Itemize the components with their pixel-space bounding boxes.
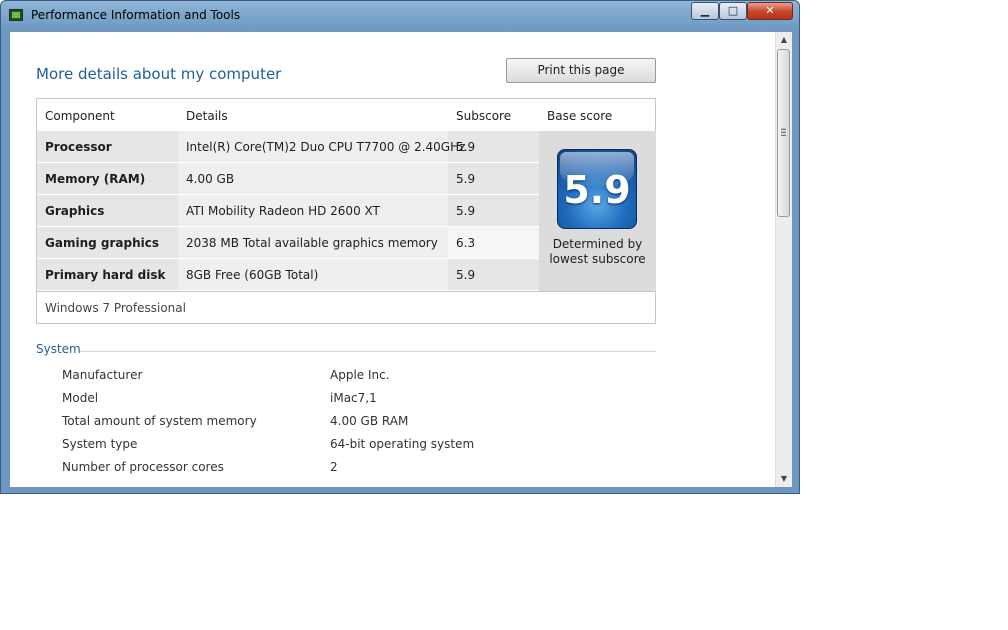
section-divider <box>80 351 656 352</box>
component-subscore: 5.9 <box>456 204 476 218</box>
base-score-badge: 5.9 <box>557 149 637 229</box>
info-label: Manufacturer <box>62 368 143 382</box>
table-row: Gaming graphics 2038 MB Total available … <box>37 227 539 258</box>
component-name: Gaming graphics <box>45 236 159 250</box>
info-value: 64-bit operating system <box>330 437 475 451</box>
component-subscore: 5.9 <box>456 140 476 154</box>
base-score-panel: 5.9 Determined by lowest subscore <box>539 131 656 291</box>
table-row: Primary hard disk 8GB Free (60GB Total) … <box>37 259 539 290</box>
component-details: ATI Mobility Radeon HD 2600 XT <box>186 204 380 218</box>
page-title: More details about my computer <box>36 65 282 83</box>
score-table: Component Details Subscore Base score Pr… <box>36 98 656 324</box>
print-page-button[interactable]: Print this page <box>506 58 656 83</box>
component-name: Primary hard disk <box>45 268 166 282</box>
component-subscore: 5.9 <box>456 172 476 186</box>
component-details: 2038 MB Total available graphics memory <box>186 236 438 250</box>
vertical-scrollbar[interactable]: ▲ ━ ━ ━ ▼ <box>775 32 792 487</box>
scroll-up-arrow-icon[interactable]: ▲ <box>776 32 792 48</box>
info-value: 4.00 GB RAM <box>330 414 409 428</box>
info-value: iMac7,1 <box>330 391 377 405</box>
table-row: Graphics ATI Mobility Radeon HD 2600 XT … <box>37 195 539 226</box>
performance-app-icon <box>9 9 23 21</box>
system-section-title: System <box>36 342 81 356</box>
os-edition: Windows 7 Professional <box>45 301 186 315</box>
header-subscore: Subscore <box>456 109 512 123</box>
component-name: Processor <box>45 140 112 154</box>
table-row: Memory (RAM) 4.00 GB 5.9 <box>37 163 539 194</box>
os-edition-row: Windows 7 Professional <box>37 291 655 324</box>
info-value: 2 <box>330 460 338 474</box>
scroll-down-arrow-icon[interactable]: ▼ <box>776 471 792 487</box>
info-label: Model <box>62 391 99 405</box>
component-subscore: 6.3 <box>456 236 476 250</box>
content-area: More details about my computer Print thi… <box>9 31 793 488</box>
info-label: Total amount of system memory <box>62 414 257 428</box>
close-button[interactable]: ✕ <box>747 2 793 20</box>
component-name: Memory (RAM) <box>45 172 146 186</box>
performance-window: Performance Information and Tools ▁ □ ✕ … <box>0 0 800 494</box>
component-subscore: 5.9 <box>456 268 476 282</box>
base-score-note: Determined by lowest subscore <box>549 237 646 266</box>
scrollbar-thumb[interactable]: ━ ━ ━ <box>777 49 790 217</box>
info-label: System type <box>62 437 138 451</box>
title-bar[interactable]: Performance Information and Tools ▁ □ ✕ <box>1 1 799 31</box>
component-name: Graphics <box>45 204 105 218</box>
component-details: 4.00 GB <box>186 172 235 186</box>
header-details: Details <box>186 109 228 123</box>
component-details: 8GB Free (60GB Total) <box>186 268 319 282</box>
base-score-value: 5.9 <box>563 168 631 212</box>
minimize-button[interactable]: ▁ <box>691 2 719 20</box>
table-row: Processor Intel(R) Core(TM)2 Duo CPU T77… <box>37 131 539 162</box>
header-component: Component <box>45 109 115 123</box>
window-title: Performance Information and Tools <box>31 8 241 22</box>
info-label: Number of processor cores <box>62 460 224 474</box>
component-details: Intel(R) Core(TM)2 Duo CPU T7700 @ 2.40G… <box>186 140 466 154</box>
grip-icon: ━ ━ ━ <box>781 125 786 140</box>
info-value: Apple Inc. <box>330 368 390 382</box>
maximize-button[interactable]: □ <box>719 2 747 20</box>
header-base-score: Base score <box>547 109 613 123</box>
